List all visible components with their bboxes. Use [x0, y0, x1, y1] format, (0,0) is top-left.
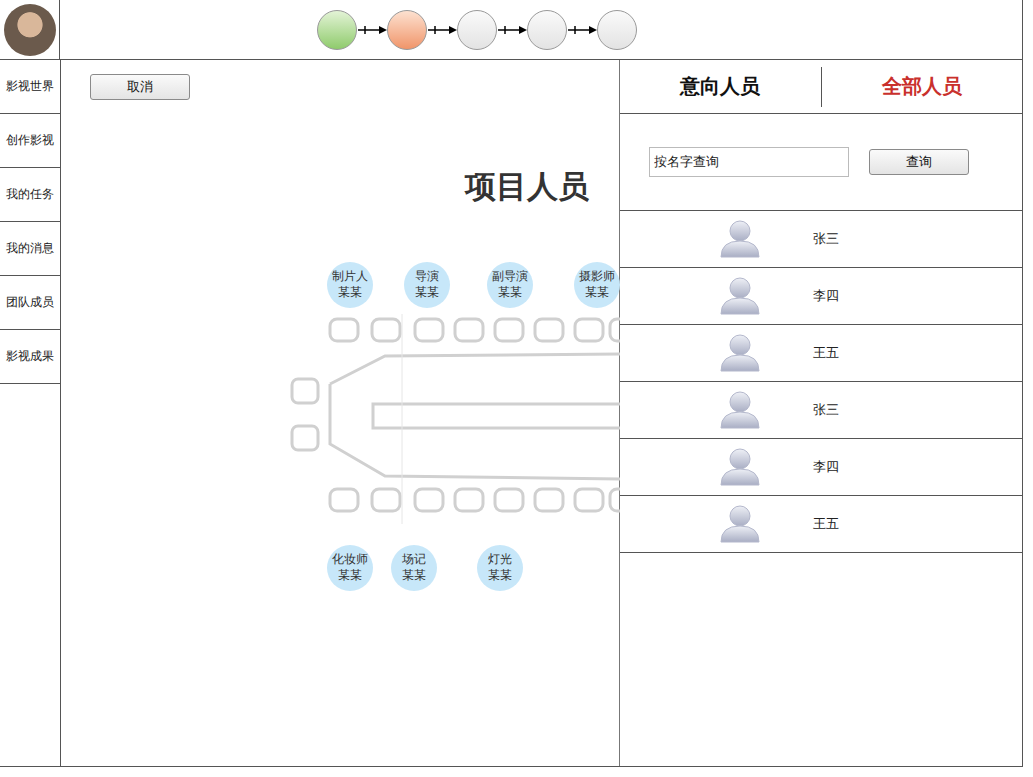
top-bar — [0, 0, 1022, 60]
seat-badge[interactable]: 灯光某某 — [477, 545, 523, 591]
seat-badge[interactable]: 摄影师某某 — [574, 262, 620, 308]
main-panel: 取消 项目人员 制片人某某导演某某副导演某某摄影师某某 化妆师某某场记某某灯光某… — [61, 60, 620, 766]
progress-steps — [317, 10, 637, 50]
seat-badge[interactable]: 制片人某某 — [327, 262, 373, 308]
page-title: 项目人员 — [90, 166, 589, 208]
person-name: 张三 — [813, 401, 839, 419]
person-row[interactable]: 张三 — [620, 382, 1022, 439]
step-circle[interactable] — [387, 10, 427, 50]
step-connector-icon — [567, 24, 597, 36]
person-row[interactable]: 张三 — [620, 211, 1022, 268]
person-icon — [719, 504, 761, 544]
person-name: 张三 — [813, 230, 839, 248]
search-button[interactable]: 查询 — [869, 149, 969, 175]
seat-badge[interactable]: 场记某某 — [391, 545, 437, 591]
tab-separator — [821, 67, 822, 107]
body: 影视世界创作影视我的任务我的消息团队成员影视成果 取消 项目人员 制片人某某导演… — [0, 60, 1022, 766]
step-circle[interactable] — [527, 10, 567, 50]
tab[interactable]: 意向人员 — [620, 73, 821, 100]
sidebar-item[interactable]: 团队成员 — [0, 276, 60, 330]
search-bar: 查询 — [620, 114, 1022, 211]
person-row[interactable]: 王五 — [620, 325, 1022, 382]
user-avatar[interactable] — [4, 4, 56, 56]
person-row[interactable]: 李四 — [620, 268, 1022, 325]
step-connector-icon — [357, 24, 387, 36]
person-icon — [719, 390, 761, 430]
sidebar-item[interactable]: 影视成果 — [0, 330, 60, 384]
person-name: 李四 — [813, 287, 839, 305]
cancel-button[interactable]: 取消 — [90, 74, 190, 100]
person-icon — [719, 219, 761, 259]
step-connector-icon — [497, 24, 527, 36]
app-frame: 影视世界创作影视我的任务我的消息团队成员影视成果 取消 项目人员 制片人某某导演… — [0, 0, 1023, 767]
seat-badge[interactable]: 化妆师某某 — [327, 545, 373, 591]
person-row[interactable]: 李四 — [620, 439, 1022, 496]
seat-badge[interactable]: 导演某某 — [404, 262, 450, 308]
tab-bar: 意向人员 全部人员 — [620, 60, 1022, 114]
people-panel: 意向人员 全部人员 查询 张三 李四 王五 张三 李四 王五 — [620, 60, 1022, 766]
sidebar-item[interactable]: 影视世界 — [0, 60, 60, 114]
step-connector-icon — [427, 24, 457, 36]
person-icon — [719, 447, 761, 487]
person-row[interactable]: 王五 — [620, 496, 1022, 553]
tab[interactable]: 全部人员 — [822, 73, 1023, 100]
person-icon — [719, 333, 761, 373]
sidebar-item[interactable]: 创作影视 — [0, 114, 60, 168]
step-circle[interactable] — [317, 10, 357, 50]
sidebar-item[interactable]: 我的消息 — [0, 222, 60, 276]
step-circle[interactable] — [457, 10, 497, 50]
avatar-cell — [0, 0, 60, 60]
search-input[interactable] — [649, 147, 849, 177]
person-name: 王五 — [813, 515, 839, 533]
main-header: 取消 — [90, 74, 589, 100]
step-circle[interactable] — [597, 10, 637, 50]
person-icon — [719, 276, 761, 316]
sidebar: 影视世界创作影视我的任务我的消息团队成员影视成果 — [0, 60, 61, 766]
conference-table-icon — [270, 314, 620, 524]
seat-badge[interactable]: 副导演某某 — [487, 262, 533, 308]
person-name: 李四 — [813, 458, 839, 476]
sidebar-item[interactable]: 我的任务 — [0, 168, 60, 222]
person-name: 王五 — [813, 344, 839, 362]
people-list: 张三 李四 王五 张三 李四 王五 — [620, 211, 1022, 553]
